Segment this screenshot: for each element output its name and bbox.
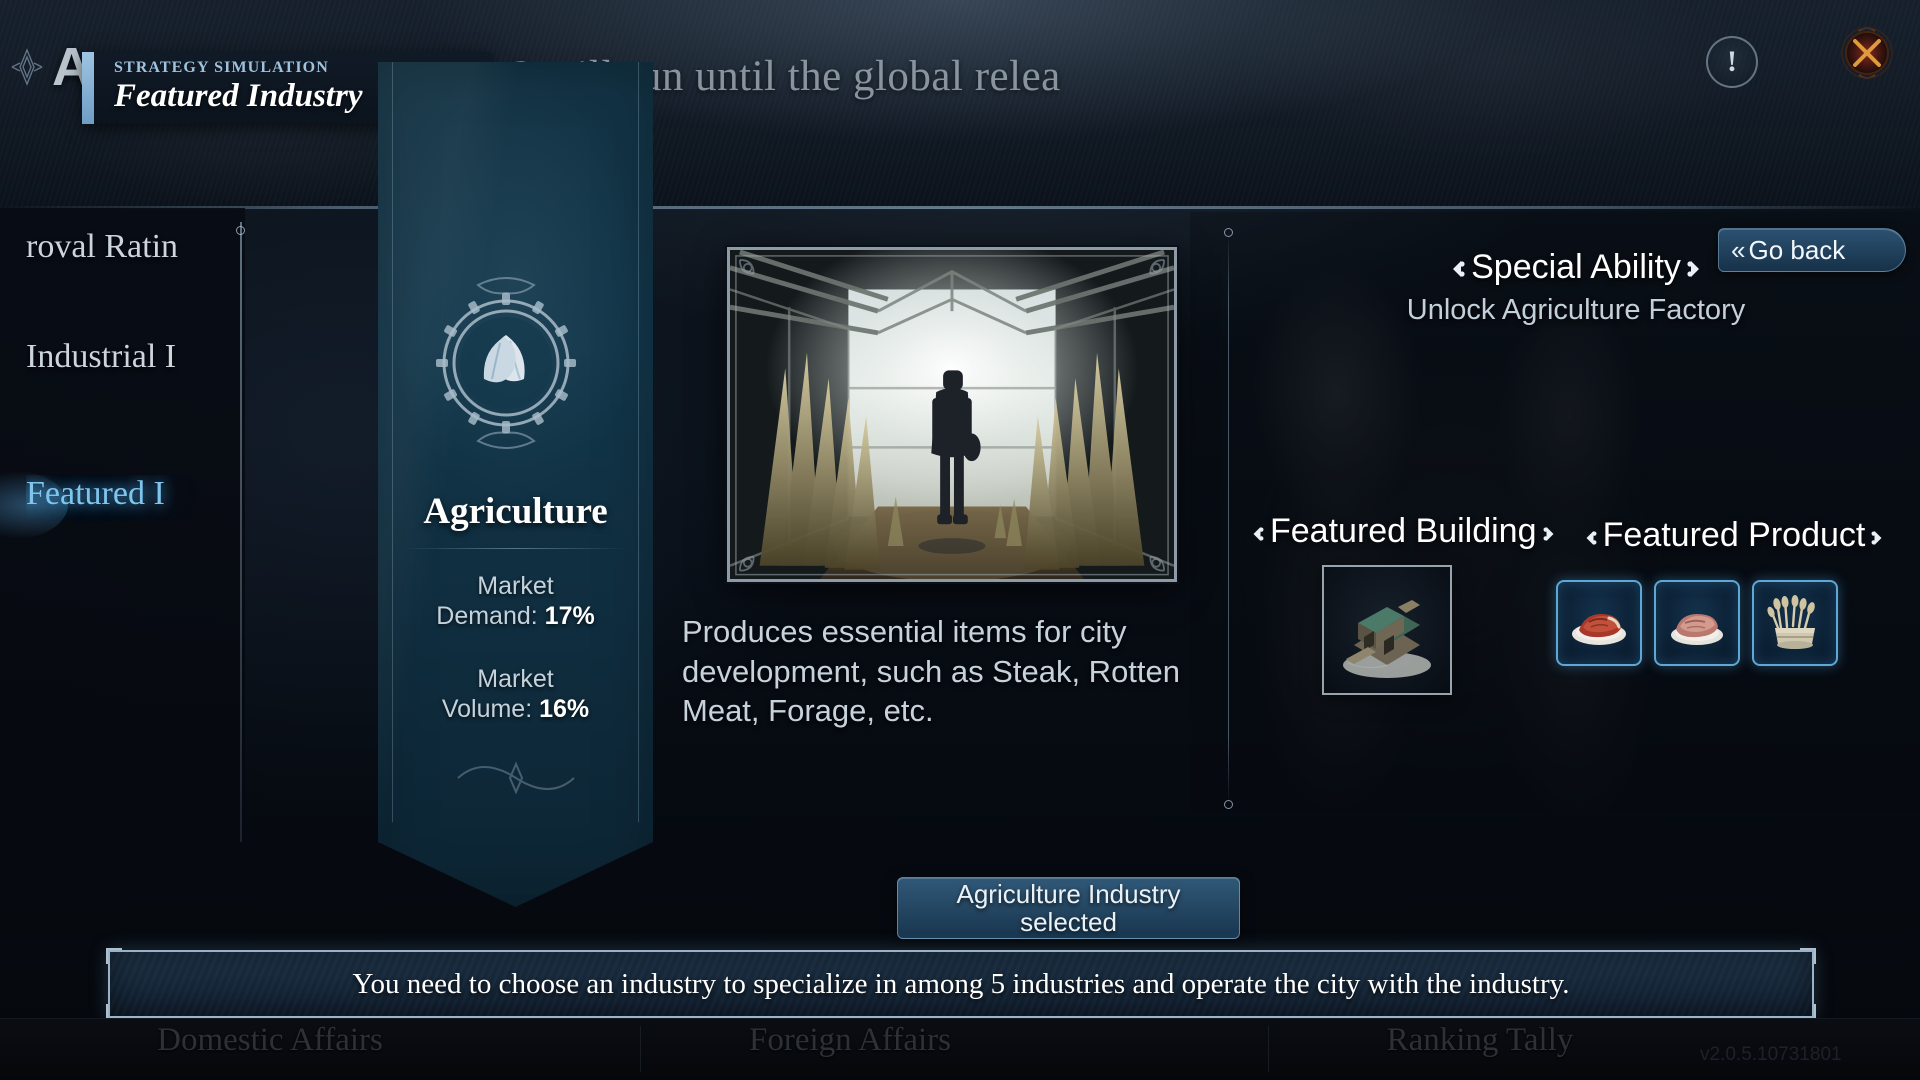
game-screen: A eason 2 will run until the global rele… xyxy=(0,0,1920,1080)
ornament-left-icon xyxy=(1583,518,1597,557)
exclamation-glyph: ! xyxy=(1727,45,1737,78)
featured-product-title: Featured Product xyxy=(1560,516,1908,557)
agriculture-farm-building-icon xyxy=(1343,600,1431,678)
market-volume-label2: Volume: xyxy=(441,694,533,723)
separator-dot-bottom xyxy=(1224,800,1233,809)
banner-divider xyxy=(404,548,626,549)
sidebar-item-featured-industry[interactable]: Featured I xyxy=(26,475,256,521)
version-label: v2.0.5.10731801 xyxy=(1700,1044,1842,1065)
slot-notch xyxy=(1322,681,1336,695)
selected-button-line1: Agriculture Industry xyxy=(956,878,1181,909)
nav-divider xyxy=(640,1026,641,1072)
featured-product-title-text: Featured Product xyxy=(1602,516,1866,554)
industry-description: Produces essential items for city develo… xyxy=(682,614,1181,729)
tooltip-corner xyxy=(1800,948,1816,964)
top-band-edge xyxy=(0,206,1920,209)
market-volume-label: Market xyxy=(477,665,554,693)
nav-foreign-affairs[interactable]: Foreign Affairs xyxy=(640,1022,1060,1059)
separator-dot-top xyxy=(1224,228,1233,237)
nav-divider xyxy=(1268,1026,1269,1072)
exclamation-icon[interactable]: ! xyxy=(1706,36,1758,88)
rotten-meat-icon xyxy=(1671,614,1723,645)
selected-button-line2: selected xyxy=(1020,907,1117,937)
featured-product-rotten-meat[interactable] xyxy=(1654,580,1740,666)
market-demand-stat: Market Demand: 17% xyxy=(378,572,653,631)
market-volume-value: 16% xyxy=(539,694,590,723)
featured-building-title-text: Featured Building xyxy=(1270,512,1537,550)
go-back-button[interactable]: « Go back xyxy=(1718,228,1906,272)
close-x-icon[interactable] xyxy=(1832,18,1902,88)
forage-icon xyxy=(1767,595,1815,649)
nav-ranking-tally[interactable]: Ranking Tally xyxy=(1270,1022,1690,1059)
hint-text: You need to choose an industry to specia… xyxy=(352,967,1570,1000)
industry-hero-image xyxy=(727,247,1177,582)
header-accent-bar xyxy=(82,52,94,124)
sidebar-item-approval-rating[interactable]: roval Ratin xyxy=(26,228,256,274)
market-demand-value: 17% xyxy=(544,601,595,630)
header-kicker: STRATEGY SIMULATION xyxy=(114,59,329,76)
featured-product-forage[interactable] xyxy=(1752,580,1838,666)
slot-notch xyxy=(1438,681,1452,695)
sidebar-item-industrial-index[interactable]: Industrial I xyxy=(26,338,256,384)
ornament-right-icon xyxy=(1543,514,1557,553)
market-demand-label: Market xyxy=(477,572,554,600)
sidebar-rail-dot xyxy=(236,226,245,235)
industry-selected-button[interactable]: Agriculture Industry selected xyxy=(897,877,1240,939)
page-title: Featured Industry xyxy=(114,78,363,114)
banner-flourish-ornament xyxy=(448,748,584,808)
nav-domestic-affairs[interactable]: Domestic Affairs xyxy=(60,1022,480,1059)
go-back-label: Go back xyxy=(1748,234,1846,265)
special-ability-value: Unlock Agriculture Factory xyxy=(1406,294,1746,326)
featured-product-steak[interactable] xyxy=(1556,580,1642,666)
slot-notch xyxy=(1322,565,1336,579)
market-volume-stat: Market Volume: 16% xyxy=(378,665,653,724)
slot-notch xyxy=(1438,565,1452,579)
sidebar-rail xyxy=(240,222,242,842)
ornament-left-icon xyxy=(1250,514,1264,553)
featured-building-slot[interactable] xyxy=(1322,565,1452,695)
ornament-right-icon xyxy=(1871,518,1885,557)
market-demand-label2: Demand: xyxy=(436,601,538,630)
steak-icon xyxy=(1572,614,1626,645)
tooltip-corner xyxy=(106,948,122,964)
ornament-right-icon xyxy=(1687,250,1703,289)
hint-tooltip-bar: You need to choose an industry to specia… xyxy=(106,948,1816,1020)
double-chevron-left-icon: « xyxy=(1731,235,1746,265)
special-ability-title-text: Special Ability xyxy=(1471,248,1681,286)
greenhouse-artwork xyxy=(730,250,1174,579)
industry-name: Agriculture xyxy=(423,491,608,532)
left-sidebar xyxy=(0,208,245,868)
leaf-gear-emblem-icon xyxy=(406,263,606,463)
diamond-ornament-icon xyxy=(6,46,48,88)
featured-building-title: Featured Building xyxy=(1244,512,1556,553)
ornament-left-icon xyxy=(1449,250,1465,289)
